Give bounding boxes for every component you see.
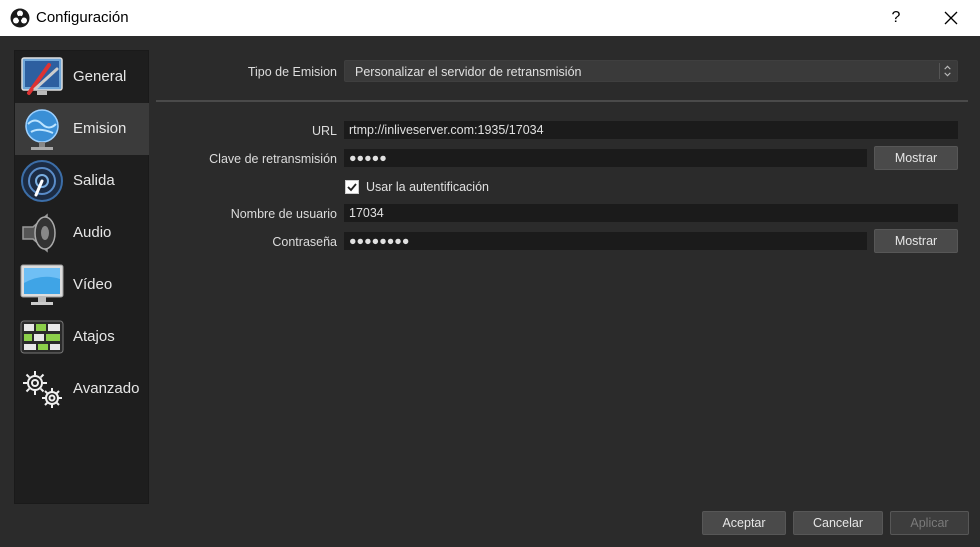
sidebar-item-avanzado[interactable]: Avanzado [15,363,149,415]
separator [156,100,968,102]
sidebar-item-emision[interactable]: Emision [15,103,149,155]
sidebar-item-video[interactable]: Vídeo [15,259,149,311]
sidebar-item-label: Audio [73,224,112,241]
stream-key-input[interactable] [344,149,867,167]
sidebar-item-general[interactable]: General [15,51,149,103]
url-input[interactable] [344,121,958,139]
sidebar-item-label: Salida [73,172,115,189]
sidebar-item-label: Emision [73,120,127,137]
sidebar-item-audio[interactable]: Audio [15,207,149,259]
show-key-button[interactable]: Mostrar [874,146,958,170]
password-label: Contraseña [272,235,337,249]
use-auth-label: Usar la autentificación [366,180,489,194]
close-icon [944,11,958,25]
password-input[interactable] [344,232,867,250]
sidebar-item-salida[interactable]: Salida [15,155,149,207]
accept-button[interactable]: Aceptar [702,511,786,535]
obs-logo-icon [10,8,30,28]
avanzado-icon [23,371,62,408]
show-password-button[interactable]: Mostrar [874,229,958,253]
stream-type-select[interactable]: Personalizar el servidor de retransmisió… [344,60,958,82]
close-button[interactable] [938,6,964,30]
sidebar-item-label: Vídeo [73,276,113,293]
checkmark-icon [347,183,357,192]
sidebar-item-atajos[interactable]: Atajos [15,311,149,363]
use-auth-checkbox[interactable] [345,180,359,194]
audio-icon [22,213,56,253]
apply-button[interactable]: Aplicar [890,511,969,535]
help-button[interactable]: ? [884,6,908,30]
stream-type-value: Personalizar el servidor de retransmisió… [355,65,582,79]
emision-icon [25,109,59,150]
cancel-button[interactable]: Cancelar [793,511,883,535]
atajos-icon [20,320,64,354]
salida-icon [21,160,63,202]
sidebar-item-label: General [73,68,127,85]
username-input[interactable] [344,204,958,222]
sidebar-item-label: Avanzado [73,380,140,397]
chevron-updown-icon [939,63,951,79]
title-bar: Configuración ? [0,0,980,36]
settings-sidebar: General Emision Salida Audio Vídeo Atajo… [14,50,149,504]
stream-key-label: Clave de retransmisión [209,152,337,166]
username-label: Nombre de usuario [230,207,337,221]
stream-type-label: Tipo de Emision [247,65,337,79]
general-icon [21,57,63,95]
window-title: Configuración [36,9,129,26]
settings-window: General Emision Salida Audio Vídeo Atajo… [0,36,980,547]
sidebar-item-label: Atajos [73,328,115,345]
video-icon [20,264,64,305]
url-label: URL [311,124,337,138]
